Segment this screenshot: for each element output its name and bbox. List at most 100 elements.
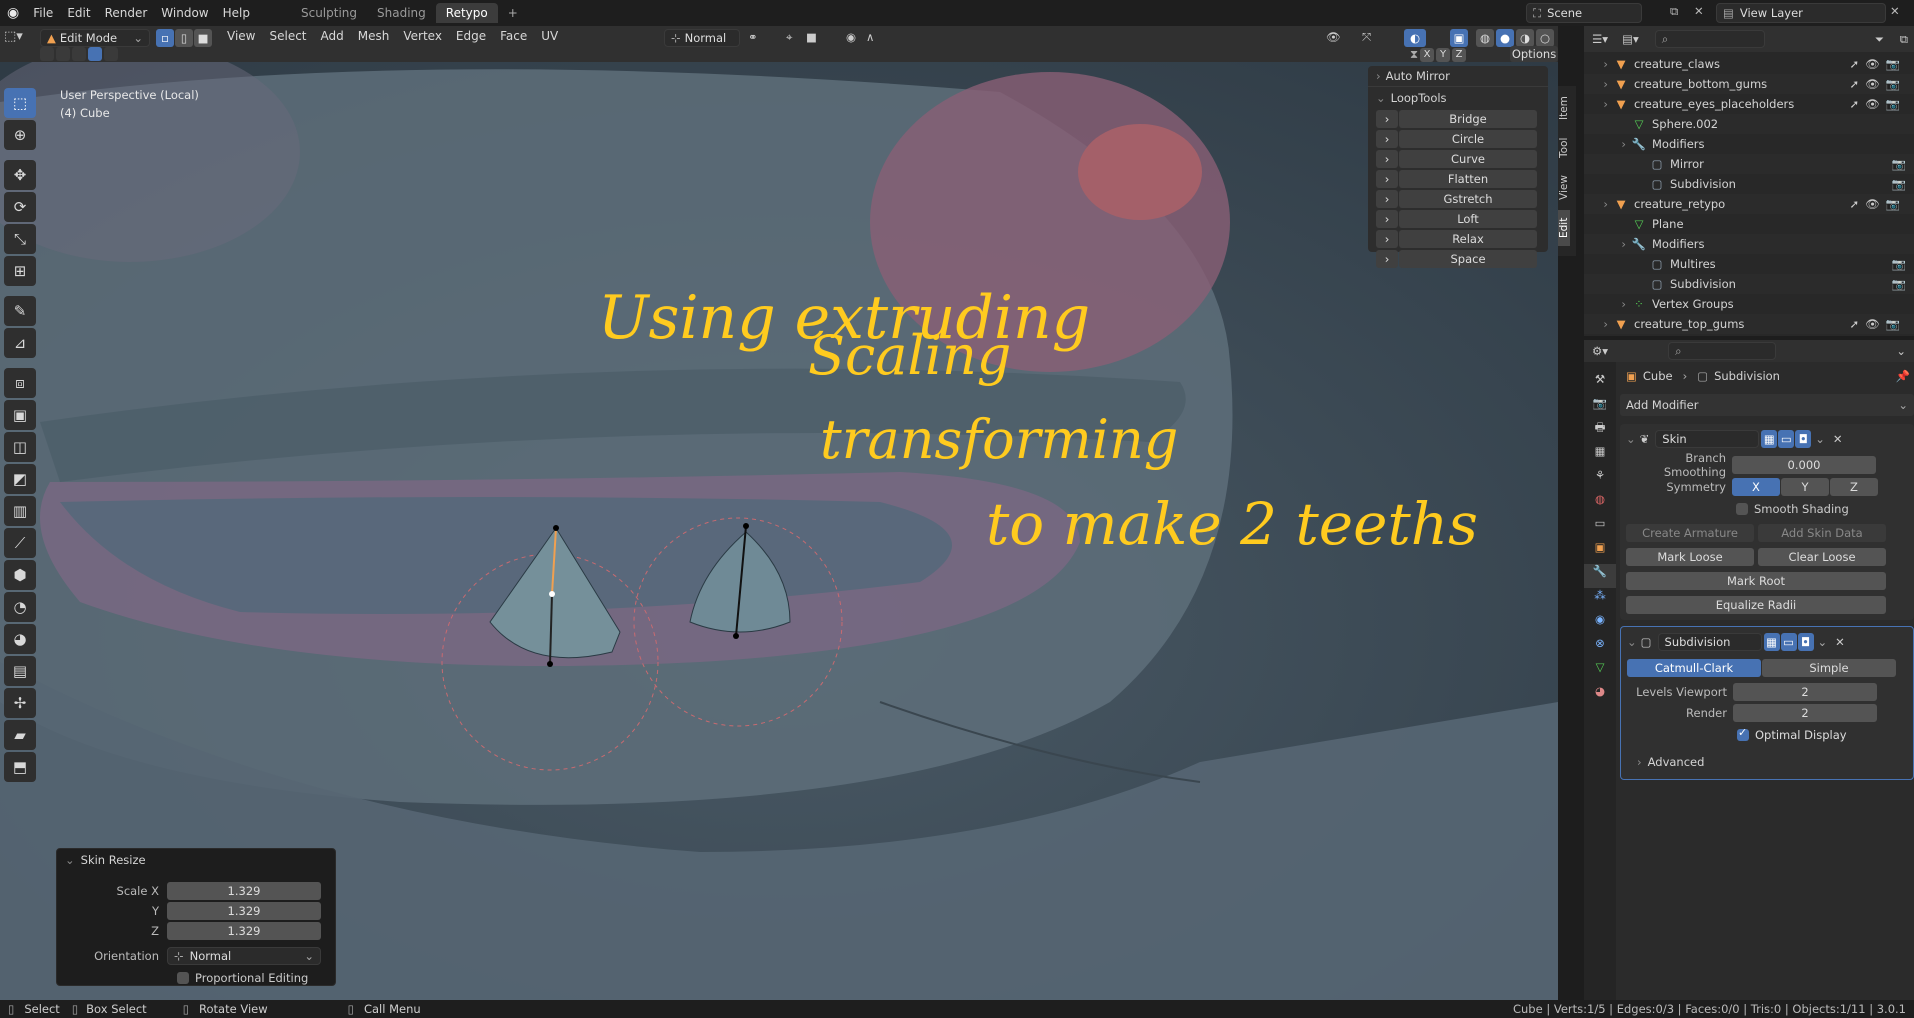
constraints-icon[interactable]: ⊗	[1584, 636, 1616, 660]
chevron-right-icon[interactable]: ›	[1376, 230, 1398, 248]
looptools-item-space[interactable]: › Space	[1376, 250, 1540, 268]
vertex-selected[interactable]	[549, 591, 555, 597]
visibility-toggles[interactable]: ➚👁📷	[1849, 77, 1906, 91]
looptools-item-label[interactable]: Bridge	[1399, 110, 1537, 128]
view-layer-close-icon[interactable]: ✕	[1890, 4, 1900, 18]
knife-icon[interactable]: ⟋	[4, 528, 36, 558]
collection-icon[interactable]: ▭	[1584, 516, 1616, 540]
mark-loose-button[interactable]: Mark Loose	[1626, 548, 1754, 566]
menu-vertex[interactable]: Vertex	[396, 29, 449, 43]
outliner-row[interactable]: ▢ Subdivision 📷	[1584, 274, 1914, 294]
outliner-row[interactable]: › ▼ creature_eyes_placeholders ➚👁📷	[1584, 94, 1914, 114]
view-layer-icon[interactable]: ▦	[1584, 444, 1616, 468]
looptools-item-curve[interactable]: › Curve	[1376, 150, 1540, 168]
visibility-toggles[interactable]: ➚👁📷	[1849, 317, 1906, 331]
overlay-icon[interactable]: ◐	[1404, 29, 1426, 47]
looptools-item-label[interactable]: Loft	[1399, 210, 1537, 228]
looptools-item-circle[interactable]: › Circle	[1376, 130, 1540, 148]
chevron-right-icon[interactable]: ›	[1376, 130, 1398, 148]
object-icon[interactable]: ▣	[1584, 540, 1616, 564]
menu-render[interactable]: Render	[98, 6, 155, 20]
extrude-icon[interactable]: ▣	[4, 400, 36, 430]
delete-scene-icon[interactable]: ✕	[1694, 4, 1704, 18]
pin-icon[interactable]: 📌	[1896, 369, 1910, 383]
menu-add[interactable]: Add	[314, 29, 351, 43]
scale-y-field[interactable]: 1.329	[167, 902, 321, 920]
looptools-item-loft[interactable]: › Loft	[1376, 210, 1540, 228]
render-icon[interactable]: 📷	[1584, 396, 1616, 420]
chevron-right-icon[interactable]: ›	[1376, 150, 1398, 168]
mark-root-button[interactable]: Mark Root	[1626, 572, 1886, 590]
looptools-item-label[interactable]: Space	[1399, 250, 1537, 268]
menu-edge[interactable]: Edge	[449, 29, 493, 43]
close-icon[interactable]: ✕	[1835, 635, 1845, 649]
outliner-row[interactable]: ▢ Mirror 📷	[1584, 154, 1914, 174]
proportional-edit-icon[interactable]: ◉	[846, 30, 856, 44]
chevron-down-icon[interactable]: ⌄	[1818, 635, 1828, 649]
catmull-clark-button[interactable]: Catmull-Clark	[1627, 659, 1761, 677]
expand-arrow-icon[interactable]: ›	[1584, 77, 1612, 91]
render-toggle-icon[interactable]: ◘	[1797, 633, 1814, 651]
outliner-row[interactable]: ▽ Plane	[1584, 214, 1914, 234]
xray-icon[interactable]: ▣	[1450, 29, 1468, 47]
chevron-right-icon[interactable]: ›	[1376, 190, 1398, 208]
select-intersect-icon[interactable]	[104, 47, 118, 61]
expand-arrow-icon[interactable]: ›	[1584, 57, 1612, 71]
render-toggle-icon[interactable]: 📷	[1892, 177, 1906, 191]
edit-mode-toggle-icon[interactable]: ▦	[1763, 633, 1780, 651]
create-armature-button[interactable]: Create Armature	[1626, 524, 1754, 542]
outliner-row[interactable]: › ▼ creature_top_gums ➚👁📷	[1584, 314, 1914, 334]
scale-x-field[interactable]: 1.329	[167, 882, 321, 900]
tab-sculpting[interactable]: Sculpting	[291, 3, 367, 23]
outliner-search-input[interactable]: ⌕	[1654, 30, 1765, 48]
outliner-row[interactable]: › ▼ creature_claws ➚👁📷	[1584, 54, 1914, 74]
mirror-z-button[interactable]: Z	[1452, 47, 1467, 62]
outliner-row[interactable]: › ▼ creature_bottom_gums ➚👁📷	[1584, 74, 1914, 94]
outliner-row[interactable]: › ⁘ Vertex Groups	[1584, 294, 1914, 314]
optimal-display-checkbox[interactable]	[1737, 726, 1749, 741]
chevron-right-icon[interactable]: ›	[1376, 210, 1398, 228]
inset-icon[interactable]: ◫	[4, 432, 36, 462]
menu-file[interactable]: File	[26, 6, 60, 20]
looptools-item-label[interactable]: Circle	[1399, 130, 1537, 148]
operator-title-row[interactable]: ⌄ Skin Resize	[57, 849, 335, 871]
poly-build-icon[interactable]: ⬢	[4, 560, 36, 590]
mesh-data-icon[interactable]: ▽	[1584, 660, 1616, 684]
visibility-toggles[interactable]: ➚👁📷	[1849, 197, 1906, 211]
chevron-right-icon[interactable]: ›	[1376, 110, 1398, 128]
looptools-item-label[interactable]: Relax	[1399, 230, 1537, 248]
transform-icon[interactable]: ⊞	[4, 256, 36, 286]
editor-type-icon[interactable]: ⬚▾	[4, 29, 38, 47]
annotate-icon[interactable]: ✎	[4, 296, 36, 326]
looptools-item-gstretch[interactable]: › Gstretch	[1376, 190, 1540, 208]
add-modifier-button[interactable]: Add Modifier ⌄	[1620, 394, 1914, 416]
vertex[interactable]	[547, 661, 553, 667]
outliner-row[interactable]: › 🔧 Modifiers	[1584, 234, 1914, 254]
chevron-down-icon[interactable]: ⌄	[1896, 344, 1906, 358]
edge-select-icon[interactable]: ▯	[175, 29, 193, 47]
looptools-item-relax[interactable]: › Relax	[1376, 230, 1540, 248]
expand-arrow-icon[interactable]: ›	[1584, 317, 1612, 331]
rip-region-icon[interactable]: ⬒	[4, 752, 36, 782]
viewport-toggle-icon[interactable]: ▭	[1778, 430, 1795, 448]
tab-retypo[interactable]: Retypo	[435, 3, 498, 23]
physics-icon[interactable]: ◉	[1584, 612, 1616, 636]
vertex[interactable]	[553, 525, 559, 531]
scene-selector[interactable]: ⛶ Scene	[1526, 3, 1642, 23]
add-skin-data-button[interactable]: Add Skin Data	[1758, 524, 1886, 542]
scene-icon[interactable]: ⚘	[1584, 468, 1616, 492]
orientation-select[interactable]: ⊹ Normal ⌄	[167, 947, 321, 965]
render-levels-field[interactable]: 2	[1733, 704, 1877, 722]
subdivision-name-field[interactable]: Subdivision	[1657, 633, 1762, 651]
vertex[interactable]	[733, 633, 739, 639]
select-subtract-icon[interactable]	[72, 47, 86, 61]
particles-icon[interactable]: ⁂	[1584, 588, 1616, 612]
select-invert-icon[interactable]	[88, 47, 102, 61]
falloff-icon[interactable]: ∧	[866, 30, 874, 44]
modifier-wrench-icon[interactable]: 🔧	[1584, 564, 1616, 588]
render-toggle-icon[interactable]: 📷	[1892, 277, 1906, 291]
visibility-icon[interactable]: 👁	[1326, 30, 1341, 44]
blender-logo-icon[interactable]: ◉	[0, 5, 26, 21]
skin-name-field[interactable]: Skin	[1655, 430, 1760, 448]
loop-cut-icon[interactable]: ▥	[4, 496, 36, 526]
